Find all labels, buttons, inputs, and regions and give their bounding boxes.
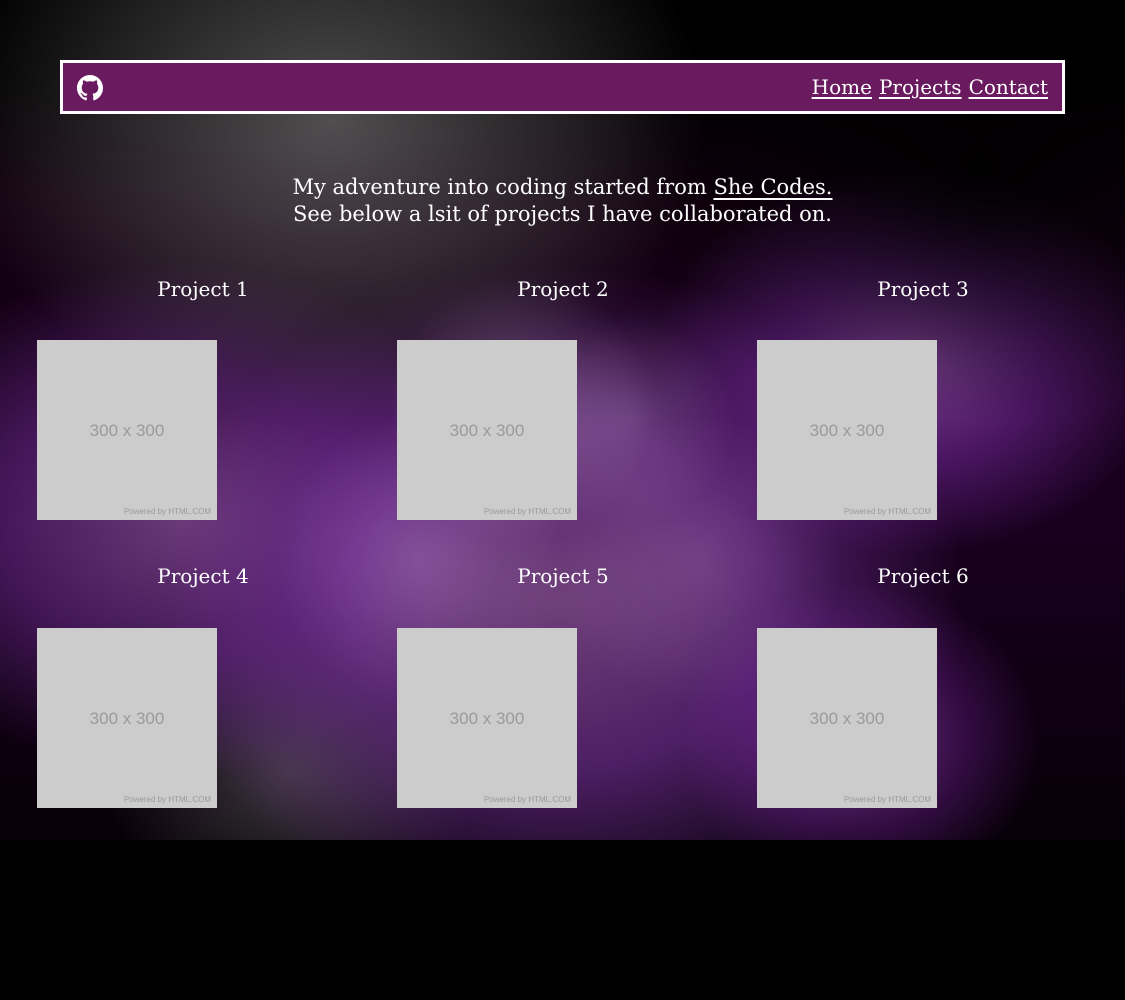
thumbnail-powered-by: Powered by HTML.COM	[843, 795, 931, 804]
thumbnail-size-label: 300 x 300	[89, 709, 165, 728]
thumbnail-size-label: 300 x 300	[449, 421, 525, 440]
thumbnail-size-label: 300 x 300	[809, 421, 885, 440]
project-title-6: Project 6	[877, 564, 969, 588]
project-thumbnail-4[interactable]: 300 x 300 Powered by HTML.COM	[37, 628, 217, 808]
nav-contact-link[interactable]: Contact	[969, 77, 1048, 97]
nav-projects-link[interactable]: Projects	[879, 77, 962, 97]
thumbnail-powered-by: Powered by HTML.COM	[123, 795, 211, 804]
thumbnail-size-label: 300 x 300	[449, 709, 525, 728]
intro-line-2: See below a lsit of projects I have coll…	[293, 202, 832, 226]
project-title-3: Project 3	[877, 277, 969, 301]
project-thumbnail-6[interactable]: 300 x 300 Powered by HTML.COM	[757, 628, 937, 808]
project-title-1: Project 1	[157, 277, 249, 301]
she-codes-link[interactable]: She Codes.	[713, 175, 832, 199]
thumbnail-size-label: 300 x 300	[89, 421, 165, 440]
thumbnail-powered-by: Powered by HTML.COM	[483, 795, 571, 804]
intro-line-1: My adventure into coding started from Sh…	[0, 174, 1125, 201]
thumbnail-powered-by: Powered by HTML.COM	[123, 507, 211, 516]
thumbnail-powered-by: Powered by HTML.COM	[843, 507, 931, 516]
thumbnail-size-label: 300 x 300	[809, 709, 885, 728]
project-title-4: Project 4	[157, 564, 249, 588]
project-thumbnail-5[interactable]: 300 x 300 Powered by HTML.COM	[397, 628, 577, 808]
navbar: Home Projects Contact	[60, 60, 1065, 114]
project-title-5: Project 5	[517, 564, 609, 588]
project-thumbnail-3[interactable]: 300 x 300 Powered by HTML.COM	[757, 340, 937, 520]
project-title-2: Project 2	[517, 277, 609, 301]
intro: My adventure into coding started from Sh…	[0, 174, 1125, 228]
intro-text-before-link: My adventure into coding started from	[292, 175, 714, 199]
nav-home-link[interactable]: Home	[812, 77, 872, 97]
nav-links: Home Projects Contact	[812, 77, 1048, 97]
github-icon[interactable]	[77, 74, 103, 101]
project-thumbnail-1[interactable]: 300 x 300 Powered by HTML.COM	[37, 340, 217, 520]
thumbnail-powered-by: Powered by HTML.COM	[483, 507, 571, 516]
project-thumbnail-2[interactable]: 300 x 300 Powered by HTML.COM	[397, 340, 577, 520]
